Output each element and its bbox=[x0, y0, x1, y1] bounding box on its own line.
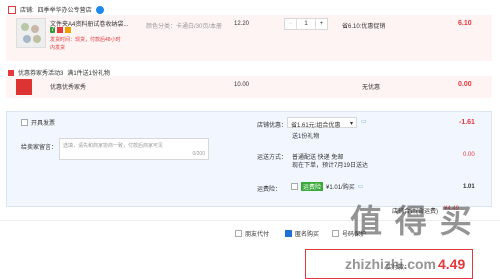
gift-name: 优惠优秀家秀 bbox=[50, 85, 87, 91]
pay-for-me-label: 朋友代付 bbox=[245, 232, 270, 238]
product-badges: 7 bbox=[50, 27, 72, 33]
shipping-label: 运送方式： bbox=[257, 155, 288, 161]
gift-subtotal: 0.00 bbox=[458, 81, 472, 88]
credit-badge bbox=[57, 27, 64, 33]
shop-discount-value: 省1.61元:组合优惠 bbox=[291, 123, 341, 129]
watermark-site: zhizhizhi.com bbox=[345, 256, 436, 272]
insurance-amount: 1.01 bbox=[463, 184, 475, 190]
pay-for-me-option[interactable]: 朋友代付 bbox=[235, 229, 269, 238]
message-input[interactable]: 选填，请先和商家协商一致，付款后商家可见 0/200 bbox=[59, 138, 209, 160]
number-protect-checkbox[interactable] bbox=[332, 230, 339, 237]
shipping-eta: 现在下单，预计7月19日送达 bbox=[292, 163, 369, 169]
shop-discount-label: 店铺优惠： bbox=[257, 123, 288, 129]
store-label: 店铺: bbox=[20, 8, 34, 14]
insurance-label: 运费险： bbox=[257, 187, 282, 193]
product-thumbnail[interactable] bbox=[16, 18, 46, 48]
invoice-label: 开具发票 bbox=[31, 121, 56, 127]
pay-for-me-checkbox[interactable] bbox=[235, 230, 242, 237]
gift-discount-note: 无优惠 bbox=[362, 85, 381, 91]
anonymous-checkbox[interactable] bbox=[285, 230, 292, 237]
message-counter: 0/200 bbox=[192, 151, 205, 157]
tag-badge bbox=[65, 27, 72, 33]
quantity-input[interactable]: 1 bbox=[297, 19, 315, 29]
discount-note: 省6.10:优惠促销 bbox=[342, 24, 386, 30]
delivery-time: 发货时间：现货，付款后48小时 bbox=[50, 37, 121, 43]
increase-button[interactable]: + bbox=[315, 19, 327, 29]
invoice-option[interactable]: 开具发票 bbox=[21, 118, 55, 127]
shop-discount-amount: -1.61 bbox=[459, 119, 475, 126]
shop-icon bbox=[8, 5, 16, 14]
chevron-down-icon: ▾ bbox=[349, 121, 353, 127]
product-subtotal: 6.10 bbox=[458, 20, 472, 27]
product-image-icon bbox=[21, 23, 41, 43]
insurance-badge: 运费险 bbox=[301, 182, 324, 191]
delivery-time-line2: 内发货 bbox=[50, 45, 66, 51]
insurance-checkbox[interactable] bbox=[291, 183, 298, 190]
gift-row: 优惠优秀家秀 10.00 无优惠 0.00 bbox=[6, 76, 492, 98]
gift-icon bbox=[8, 69, 14, 76]
chat-icon[interactable] bbox=[95, 5, 104, 14]
shop-discount-gift: 送1份礼物 bbox=[292, 134, 320, 140]
info-icon[interactable]: ▭ bbox=[361, 118, 367, 125]
product-spec: 颜色分类：卡通白/30页/本册 bbox=[146, 24, 223, 30]
product-row: 文件夹A4资料册试卷收纳袋... 7 发货时间：现货，付款后48小时 内发货 颜… bbox=[6, 15, 492, 61]
invoice-checkbox[interactable] bbox=[21, 119, 28, 126]
anonymous-label: 匿名购买 bbox=[295, 232, 320, 238]
insurance-option[interactable]: 运费险 ¥1.01/购买 ▭ bbox=[291, 182, 363, 191]
order-options-panel: 开具发票 给卖家留言： 选填，请先和商家协商一致，付款后商家可见 0/200 店… bbox=[6, 111, 492, 207]
quantity-stepper: − 1 + bbox=[284, 18, 328, 30]
message-label: 给卖家留言： bbox=[21, 145, 58, 151]
seven-day-return-badge: 7 bbox=[50, 27, 56, 33]
insurance-text: ¥1.01/购买 bbox=[326, 185, 355, 191]
watermark-logo: 值 得 买 bbox=[350, 203, 474, 239]
shipping-amount: 0.00 bbox=[463, 152, 475, 158]
payment-amount: 4.49 bbox=[438, 256, 466, 272]
store-name-link[interactable]: 四季举华办公专营店 bbox=[38, 5, 92, 14]
decrease-button[interactable]: − bbox=[285, 19, 297, 29]
store-header: 店铺: 四季举华办公专营店 bbox=[8, 5, 104, 14]
insurance-info-icon[interactable]: ▭ bbox=[358, 183, 364, 190]
gift-thumbnail bbox=[16, 79, 32, 95]
message-placeholder: 选填，请先和商家协商一致，付款后商家可见 bbox=[63, 143, 164, 149]
gift-price: 10.00 bbox=[234, 82, 250, 88]
anonymous-option[interactable]: 匿名购买 bbox=[285, 229, 319, 238]
unit-price: 12.20 bbox=[234, 21, 250, 27]
shop-discount-select[interactable]: 省1.61元:组合优惠 ▾ bbox=[287, 117, 357, 129]
